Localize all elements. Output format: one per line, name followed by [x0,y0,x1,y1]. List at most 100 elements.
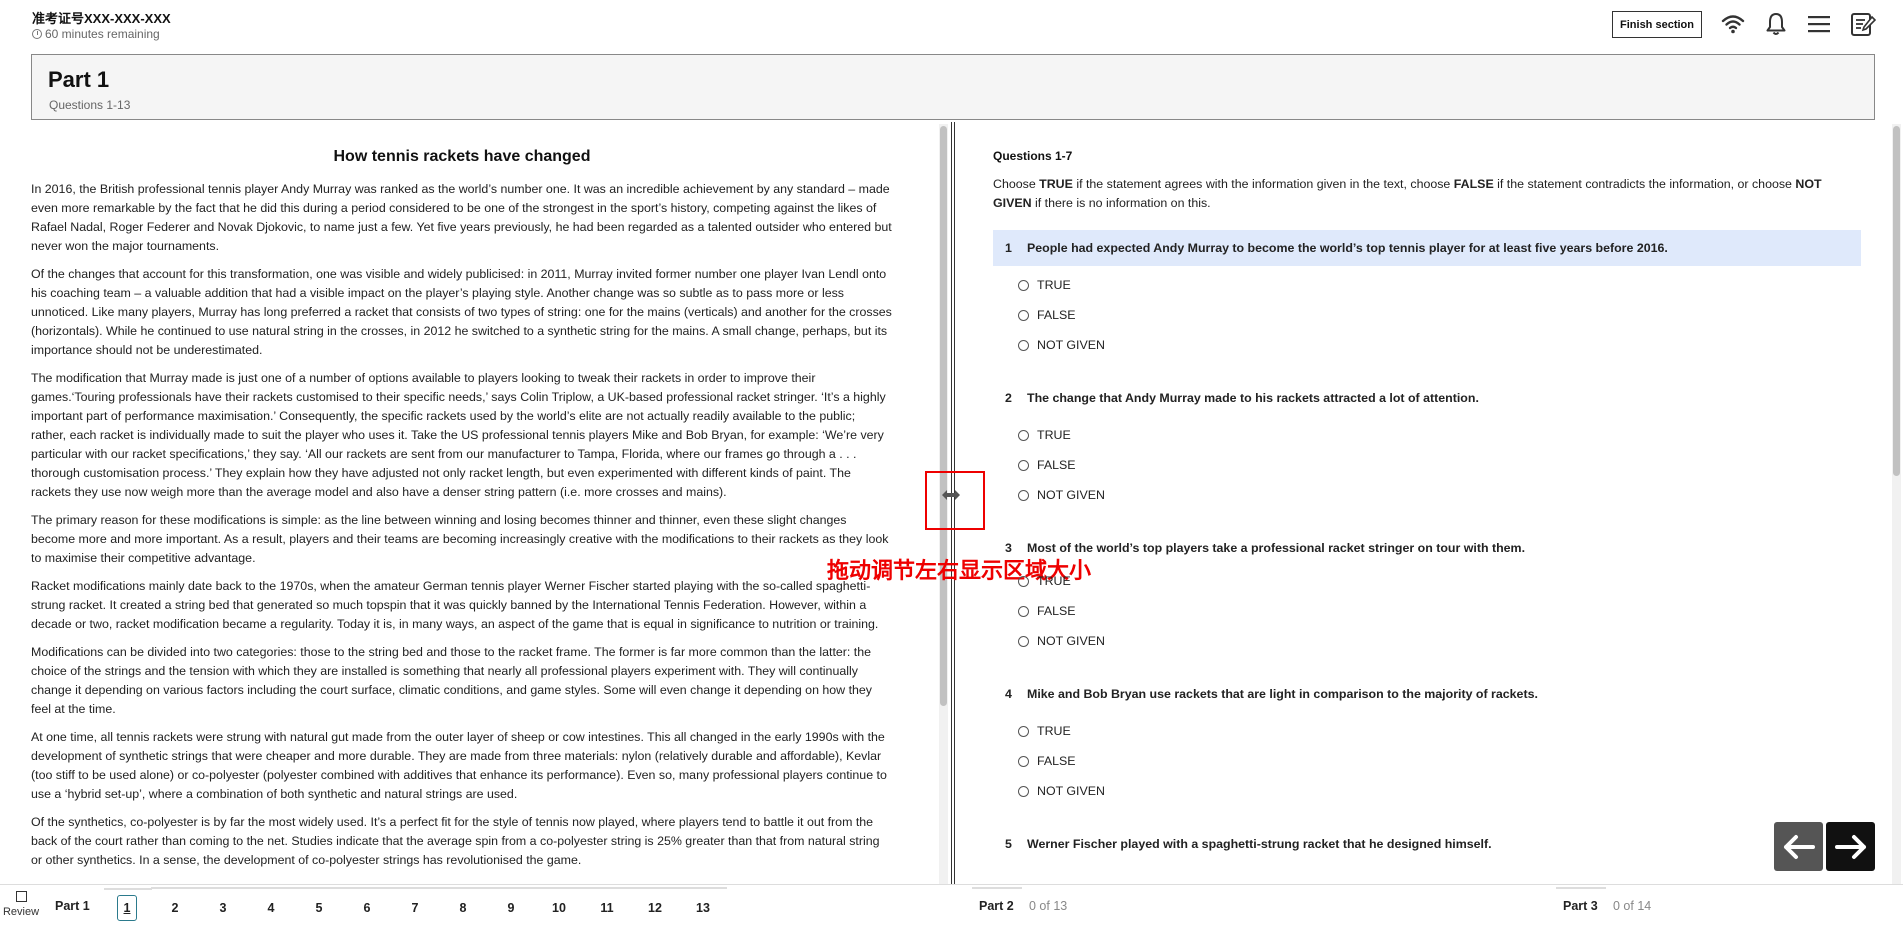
option-not-given[interactable]: NOT GIVEN [993,626,1861,656]
question-number: 5 [1005,837,1012,851]
question-text: Mike and Bob Bryan use rackets that are … [1027,687,1538,701]
question-stem[interactable]: 1 People had expected Andy Murray to bec… [993,230,1861,266]
option-false[interactable]: FALSE [993,300,1861,330]
radio-button[interactable] [1018,459,1029,471]
passage-paragraph: Of the synthetics, co-polyester is by fa… [31,815,880,867]
finish-section-button[interactable]: Finish section [1612,11,1702,38]
part-subtitle: Questions 1-13 [49,98,131,112]
question-nav-3[interactable]: 3 [199,887,247,921]
review-checkbox[interactable] [15,891,27,902]
question-navigator: Review Part 1 1 2 3 4 5 6 7 8 9 10 11 12… [0,884,1903,925]
option-false[interactable]: FALSE [993,450,1861,480]
passage-paragraph: Modifications can be divided into two ca… [31,645,872,716]
next-button[interactable] [1826,822,1875,871]
question-nav-8[interactable]: 8 [439,887,487,921]
option-true[interactable]: TRUE [993,270,1861,300]
radio-button[interactable] [1018,605,1029,617]
option-not-given[interactable]: NOT GIVEN [993,776,1861,806]
radio-button[interactable] [1018,489,1029,501]
radio-button[interactable] [1018,309,1029,321]
question-instructions: Choose TRUE if the statement agrees with… [993,177,1822,210]
part-header: Part 1 Questions 1-13 [31,54,1875,120]
question-text: Most of the world’s top players take a p… [1027,541,1526,555]
radio-button[interactable] [1018,725,1029,737]
radio-button[interactable] [1018,755,1029,767]
question-nav-7[interactable]: 7 [391,887,439,921]
question-number: 1 [1005,241,1012,255]
option-not-given[interactable]: NOT GIVEN [993,330,1861,360]
previous-button[interactable] [1774,822,1823,871]
passage-paragraph: The primary reason for these modificatio… [31,513,889,565]
clock-icon [32,29,42,39]
option-false[interactable]: FALSE [993,746,1861,776]
question-text: People had expected Andy Murray to becom… [1027,241,1668,255]
drag-hint-box [925,471,985,530]
radio-button[interactable] [1018,429,1029,441]
question-text: Werner Fischer played with a spaghetti-s… [1027,837,1492,851]
radio-button[interactable] [1018,279,1029,291]
question-4: 4 Mike and Bob Bryan use rackets that ar… [993,676,1861,806]
question-stem[interactable]: 3 Most of the world’s top players take a… [993,530,1861,566]
question-nav-10[interactable]: 10 [535,887,583,921]
part-2-progress-line [972,887,1022,889]
passage-paragraph: In 2016, the British professional tennis… [31,182,892,253]
radio-button[interactable] [1018,339,1029,351]
passage-paragraph: At one time, all tennis rackets were str… [31,730,887,801]
passage-paragraph: Of the changes that account for this tra… [31,267,892,357]
passage-paragraph: The modification that Murray made is jus… [31,371,886,499]
question-1: 1 People had expected Andy Murray to bec… [993,230,1861,360]
question-stem[interactable]: 2 The change that Andy Murray made to hi… [993,380,1861,416]
question-nav-1[interactable]: 1 [104,888,152,921]
part-3-progress-line [1556,887,1606,889]
top-bar: 准考证号XXX-XXX-XXX 60 minutes remaining Fin… [0,0,1903,50]
question-number: 2 [1005,391,1012,405]
question-nav-4[interactable]: 4 [247,887,295,921]
questions-pane: Questions 1-7 Choose TRUE if the stateme… [993,126,1861,882]
option-true[interactable]: TRUE [993,566,1861,596]
question-stem[interactable]: 5 Werner Fischer played with a spaghetti… [993,826,1861,862]
part-2-label[interactable]: Part 2 [979,899,1014,913]
part-3-count: 0 of 14 [1613,899,1652,913]
question-number: 3 [1005,541,1012,555]
arrow-left-icon [1783,834,1815,859]
question-nav-6[interactable]: 6 [343,887,391,921]
option-false[interactable]: FALSE [993,596,1861,626]
questions-scrollbar[interactable] [1892,124,1901,884]
question-nav-12[interactable]: 12 [631,887,679,921]
time-remaining: 60 minutes remaining [45,27,160,41]
question-nav-5[interactable]: 5 [295,887,343,921]
question-nav-11[interactable]: 11 [583,887,631,921]
question-range: Questions 1-7 [993,149,1073,163]
option-not-given[interactable]: NOT GIVEN [993,480,1861,510]
question-2: 2 The change that Andy Murray made to hi… [993,380,1861,510]
question-stem[interactable]: 4 Mike and Bob Bryan use rackets that ar… [993,676,1861,712]
notes-icon[interactable] [1849,10,1877,38]
question-nav-9[interactable]: 9 [487,887,535,921]
radio-button[interactable] [1018,635,1029,647]
passage-title: How tennis rackets have changed [333,148,591,165]
part-3-label[interactable]: Part 3 [1563,899,1598,913]
radio-button[interactable] [1018,785,1029,797]
bell-icon[interactable] [1762,10,1790,38]
question-nav-13[interactable]: 13 [679,887,727,921]
question-5: 5 Werner Fischer played with a spaghetti… [993,826,1861,862]
passage-paragraph: Racket modifications mainly date back to… [31,579,879,631]
radio-button[interactable] [1018,575,1029,587]
question-3: 3 Most of the world’s top players take a… [993,530,1861,656]
arrow-right-icon [1834,834,1866,859]
passage-body: In 2016, the British professional tennis… [31,180,893,870]
passage-scroll-thumb[interactable] [940,126,947,706]
wifi-icon[interactable] [1719,10,1747,38]
questions-scroll-thumb[interactable] [1893,126,1900,476]
part-2-count: 0 of 13 [1029,899,1068,913]
part-title: Part 1 [48,67,110,92]
question-text: The change that Andy Murray made to his … [1027,391,1479,405]
option-true[interactable]: TRUE [993,716,1861,746]
timer: 60 minutes remaining [32,27,160,41]
option-true[interactable]: TRUE [993,420,1861,450]
menu-icon[interactable] [1805,10,1833,38]
question-nav-2[interactable]: 2 [151,887,199,921]
part-1-label[interactable]: Part 1 [55,899,90,913]
review-toggle[interactable]: Review [0,889,42,918]
candidate-id: 准考证号XXX-XXX-XXX [32,11,171,26]
